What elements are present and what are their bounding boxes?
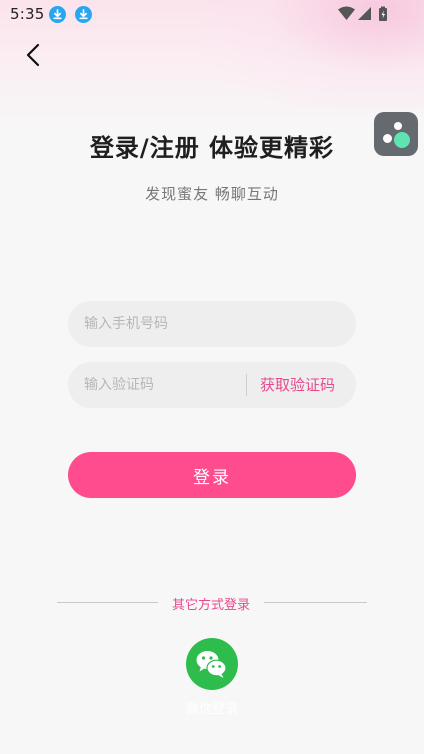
divider-line-left bbox=[57, 602, 158, 603]
code-field: 获取验证码 bbox=[68, 362, 356, 408]
page-subtitle: 发现蜜友 畅聊互动 bbox=[145, 185, 279, 203]
page-title: 登录/注册 体验更精彩 bbox=[89, 134, 335, 162]
get-code-button[interactable]: 获取验证码 bbox=[260, 362, 335, 408]
divider-line-right bbox=[264, 602, 367, 603]
code-divider bbox=[246, 374, 247, 396]
download-icon bbox=[49, 6, 66, 23]
wechat-login-label: 微信登录 bbox=[185, 702, 238, 717]
status-time: 5:35 bbox=[10, 5, 45, 23]
back-button[interactable] bbox=[18, 40, 50, 72]
chevron-left-icon bbox=[26, 43, 40, 67]
download-icon bbox=[75, 6, 92, 23]
wechat-login-button[interactable] bbox=[186, 638, 238, 690]
signal-icon bbox=[358, 7, 371, 20]
login-button[interactable]: 登录 bbox=[68, 452, 356, 498]
wifi-icon bbox=[338, 6, 355, 20]
phone-input[interactable] bbox=[84, 301, 340, 347]
status-bar: 5:35 bbox=[0, 0, 424, 30]
wechat-icon bbox=[196, 651, 227, 678]
system-status-icons bbox=[338, 6, 387, 21]
phone-field bbox=[68, 301, 356, 347]
battery-charging-icon bbox=[379, 6, 387, 21]
other-login-label: 其它方式登录 bbox=[171, 598, 250, 613]
verification-code-input[interactable] bbox=[84, 362, 234, 408]
